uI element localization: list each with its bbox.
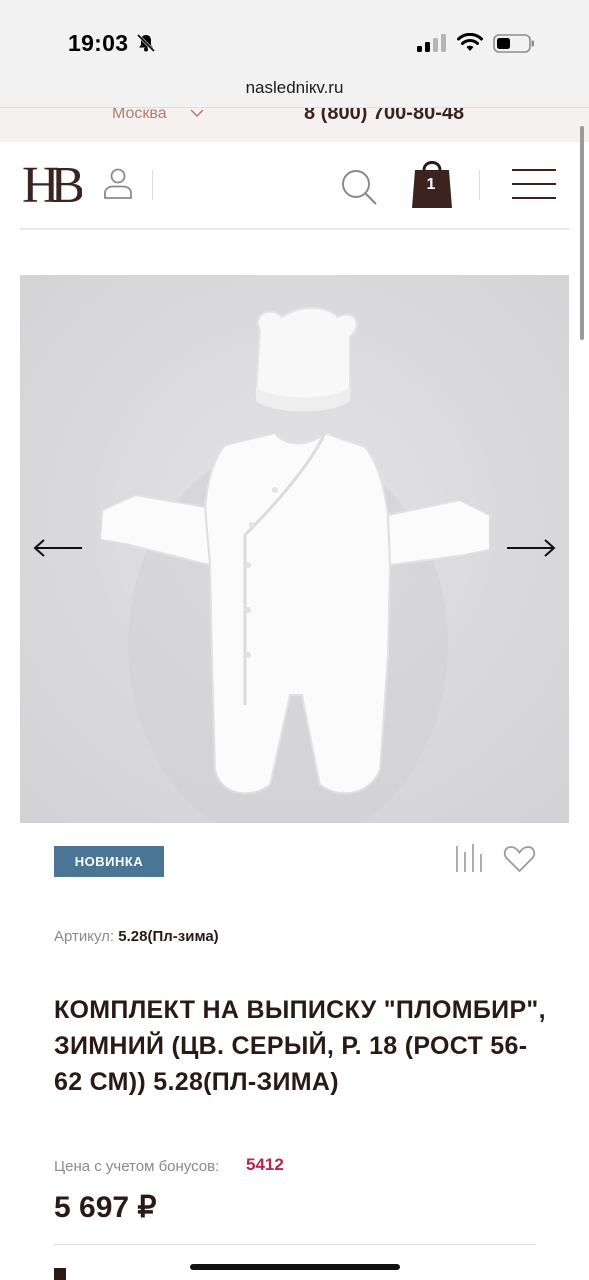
header-divider bbox=[152, 170, 153, 200]
header-underline bbox=[20, 228, 569, 230]
gallery-next-arrow-icon[interactable] bbox=[505, 537, 557, 559]
svg-text:HB: HB bbox=[22, 157, 82, 208]
sku-line: Артикул: 5.28(Пл-зима) bbox=[54, 928, 219, 945]
status-time: 19:03 bbox=[68, 30, 129, 56]
hamburger-menu-icon[interactable] bbox=[510, 166, 558, 202]
city-selector[interactable]: Москва bbox=[112, 108, 167, 123]
product-title: КОМПЛЕКТ НА ВЫПИСКУ "ПЛОМБИР", ЗИМНИЙ (Ц… bbox=[54, 996, 546, 1096]
product-gallery[interactable] bbox=[20, 275, 569, 823]
page-scrollbar[interactable] bbox=[580, 126, 584, 340]
user-account-icon[interactable] bbox=[103, 166, 133, 200]
new-badge: НОВИНКА bbox=[54, 846, 164, 877]
next-section-peek bbox=[54, 1268, 68, 1280]
top-info-strip: Москва 8 (800) 700-80-48 bbox=[0, 108, 589, 142]
compare-icon[interactable] bbox=[455, 842, 487, 874]
cellular-signal-icon bbox=[417, 34, 446, 52]
header-divider bbox=[479, 170, 480, 200]
wifi-icon bbox=[457, 33, 483, 51]
sku-label: Артикул: bbox=[54, 928, 115, 945]
price-divider bbox=[54, 1244, 536, 1245]
search-icon[interactable] bbox=[340, 168, 378, 206]
cart-count-badge: 1 bbox=[426, 176, 436, 193]
sku-value: 5.28(Пл-зима) bbox=[118, 928, 219, 945]
battery-icon bbox=[493, 34, 534, 53]
browser-address-bar[interactable]: nasledniкv.ru bbox=[0, 70, 589, 108]
status-bar: 19:03 bbox=[0, 0, 589, 70]
home-indicator[interactable] bbox=[190, 1264, 400, 1270]
site-header: HB 1 bbox=[0, 142, 589, 230]
phone-number-link[interactable]: 8 (800) 700-80-48 bbox=[304, 108, 464, 125]
favorite-heart-icon[interactable] bbox=[503, 845, 536, 873]
bonus-price-label: Цена с учетом бонусов: bbox=[54, 1158, 220, 1175]
bonus-price-value: 5412 bbox=[246, 1155, 284, 1174]
chevron-down-icon bbox=[190, 109, 204, 118]
url-text: nasledniкv.ru bbox=[245, 78, 344, 97]
brand-logo[interactable]: HB bbox=[22, 156, 82, 208]
product-image bbox=[20, 275, 569, 823]
product-price: 5 697 ₽ bbox=[54, 1191, 157, 1224]
gallery-prev-arrow-icon[interactable] bbox=[32, 537, 84, 559]
bell-muted-icon bbox=[136, 33, 156, 53]
